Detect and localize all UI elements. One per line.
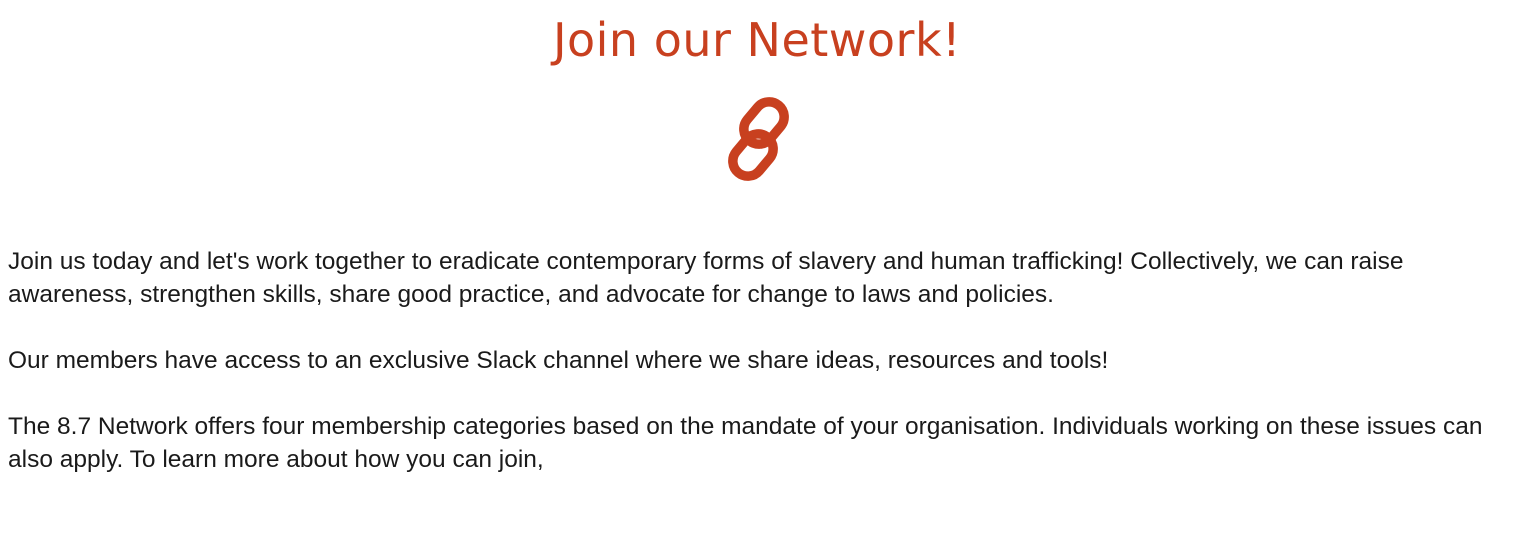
paragraph-membership: The 8.7 Network offers four membership c… xyxy=(8,413,1483,473)
paragraph-intro: Join us today and let's work together to… xyxy=(8,248,1404,308)
section-title: Join our Network! xyxy=(552,13,962,67)
join-network-section: Join our Network! Join us today and let'… xyxy=(0,0,1514,539)
intro-text: Join us today and let's work together to… xyxy=(8,245,1498,509)
link-icon xyxy=(728,97,789,181)
paragraph-slack: Our members have access to an exclusive … xyxy=(8,347,1109,374)
